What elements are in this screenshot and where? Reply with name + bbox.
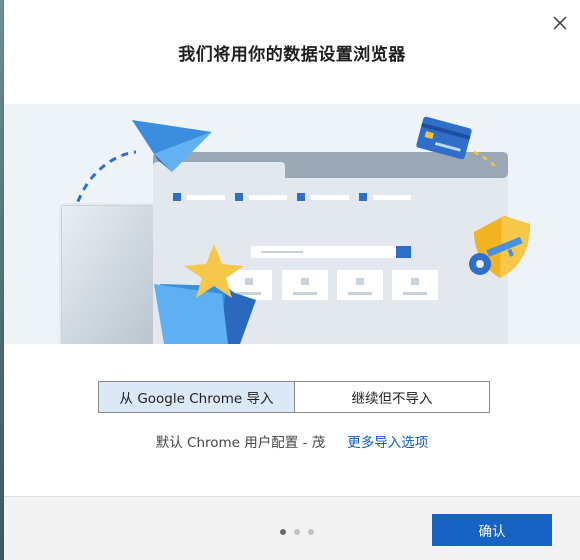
dialog-footer: 确认 (4, 496, 580, 560)
close-button[interactable] (550, 13, 570, 33)
page-indicator (280, 529, 314, 535)
import-dialog: 我们将用你的数据设置浏览器 从 Google Chrome 导入 继续但不导入 … (4, 0, 580, 560)
page-dot-3 (308, 529, 314, 535)
browser-import-illustration (59, 116, 530, 344)
page-dot-1 (280, 529, 286, 535)
confirm-button[interactable]: 确认 (432, 514, 552, 546)
continue-without-import-button[interactable]: 继续但不导入 (295, 382, 489, 412)
more-import-options-link[interactable]: 更多导入选项 (347, 431, 428, 451)
import-from-chrome-button[interactable]: 从 Google Chrome 导入 (99, 382, 295, 412)
hero-illustration (4, 104, 580, 344)
close-icon (553, 16, 567, 30)
profile-label: 默认 Chrome 用户配置 - 茂 (155, 435, 326, 451)
page-dot-2 (294, 529, 300, 535)
import-choice-group: 从 Google Chrome 导入 继续但不导入 (98, 381, 490, 413)
dialog-title: 我们将用你的数据设置浏览器 (178, 45, 406, 65)
profile-row: 默认 Chrome 用户配置 - 茂 更多导入选项 (4, 431, 580, 451)
